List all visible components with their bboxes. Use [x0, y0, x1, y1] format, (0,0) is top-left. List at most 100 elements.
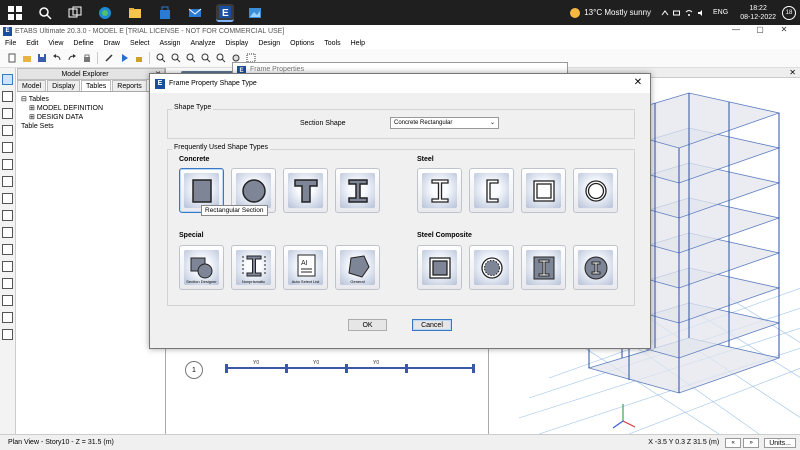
tree-item-tables[interactable]: ⊟ Tables — [21, 95, 161, 104]
tee-section-icon — [293, 178, 318, 203]
general-section-button[interactable]: General — [335, 245, 380, 290]
draw-link-icon[interactable] — [2, 227, 13, 238]
steel-pipe-button[interactable] — [573, 168, 618, 213]
steel-channel-button[interactable] — [469, 168, 514, 213]
tab-model[interactable]: Model — [17, 80, 47, 91]
nonprismatic-button[interactable]: Nonprismatic — [231, 245, 276, 290]
volume-icon[interactable] — [697, 9, 705, 17]
units-button[interactable]: Units... — [764, 437, 796, 448]
plan-column[interactable] — [405, 364, 408, 373]
save-icon[interactable] — [36, 53, 47, 64]
draw-column-icon[interactable] — [2, 142, 13, 153]
menu-help[interactable]: Help — [351, 40, 365, 47]
run-analysis-icon[interactable] — [118, 53, 129, 64]
menu-options[interactable]: Options — [290, 40, 314, 47]
tab-tables[interactable]: Tables — [81, 80, 112, 91]
concrete-tee-button[interactable] — [283, 168, 328, 213]
select-pointer-icon[interactable] — [2, 74, 13, 85]
weather-widget[interactable]: 13°C Mostly sunny — [570, 7, 651, 18]
section-designer-button[interactable]: Section Designer — [179, 245, 224, 290]
undo-icon[interactable] — [51, 53, 62, 64]
file-explorer-icon[interactable] — [126, 4, 144, 22]
menu-tools[interactable]: Tools — [324, 40, 340, 47]
edge-browser-icon[interactable] — [96, 4, 114, 22]
redo-icon[interactable] — [66, 53, 77, 64]
tree-item-design-data[interactable]: ⊞ DESIGN DATA — [21, 113, 161, 122]
draw-design-strip-icon[interactable] — [2, 295, 13, 306]
section-shape-dropdown[interactable]: Concrete Rectangular ⌄ — [390, 117, 499, 129]
draw-tendon-icon[interactable] — [2, 244, 13, 255]
mail-icon[interactable] — [186, 4, 204, 22]
draw-developed-elevation-icon[interactable] — [2, 329, 13, 340]
draw-grid-icon[interactable] — [2, 278, 13, 289]
cancel-button[interactable]: Cancel — [412, 319, 452, 331]
zoom-in-icon[interactable] — [155, 53, 166, 64]
chevron-right-double-icon[interactable]: » — [743, 437, 760, 448]
store-icon[interactable] — [156, 4, 174, 22]
new-model-icon[interactable] — [6, 53, 17, 64]
minimize-button[interactable]: — — [724, 25, 748, 34]
taskbar-clock[interactable]: 18:22 08-12-2022 — [740, 4, 776, 22]
close-icon[interactable]: ✕ — [789, 68, 796, 77]
plan-column[interactable] — [225, 364, 228, 373]
lock-icon[interactable] — [81, 53, 92, 64]
draw-beam-icon[interactable] — [2, 125, 13, 136]
etabs-taskbar-icon[interactable]: E — [216, 3, 234, 22]
tree-item-table-sets[interactable]: Table Sets — [21, 122, 161, 131]
menu-view[interactable]: View — [48, 40, 63, 47]
tab-display[interactable]: Display — [47, 80, 81, 91]
pencil-icon[interactable] — [103, 53, 114, 64]
menu-display[interactable]: Display — [225, 40, 248, 47]
draw-wall-icon[interactable] — [2, 193, 13, 204]
draw-frame-icon[interactable] — [2, 108, 13, 119]
menu-edit[interactable]: Edit — [26, 40, 38, 47]
plan-column[interactable] — [285, 364, 288, 373]
draw-opening-icon[interactable] — [2, 210, 13, 221]
composite-filled-tube-button[interactable] — [417, 245, 462, 290]
draw-dimension-icon[interactable] — [2, 261, 13, 272]
plan-column[interactable] — [472, 364, 475, 373]
wifi-icon[interactable] — [685, 9, 693, 17]
ok-button[interactable]: OK — [348, 319, 387, 331]
plan-column[interactable] — [345, 364, 348, 373]
composite-encased-i-button[interactable] — [521, 245, 566, 290]
steel-i-wide-flange-button[interactable] — [417, 168, 462, 213]
menu-design[interactable]: Design — [258, 40, 280, 47]
windows-start-icon[interactable] — [6, 4, 24, 22]
menu-define[interactable]: Define — [73, 40, 93, 47]
lock-model-icon[interactable] — [133, 53, 144, 64]
menu-draw[interactable]: Draw — [104, 40, 120, 47]
draw-joint-icon[interactable] — [2, 91, 13, 102]
steel-tube-button[interactable] — [521, 168, 566, 213]
menu-assign[interactable]: Assign — [159, 40, 180, 47]
chevron-left-double-icon[interactable]: « — [725, 437, 742, 448]
close-icon[interactable]: ✕ — [632, 77, 644, 88]
zoom-full-icon[interactable] — [215, 53, 226, 64]
chevron-up-icon[interactable] — [661, 9, 669, 17]
tree-item-model-definition[interactable]: ⊞ MODEL DEFINITION — [21, 104, 161, 113]
composite-filled-pipe-button[interactable] — [469, 245, 514, 290]
composite-encased-round-button[interactable] — [573, 245, 618, 290]
task-view-icon[interactable] — [66, 4, 84, 22]
close-button[interactable]: ✕ — [772, 25, 796, 34]
notification-badge[interactable]: 18 — [782, 5, 796, 20]
menu-select[interactable]: Select — [130, 40, 149, 47]
maximize-button[interactable]: ▢ — [748, 25, 772, 34]
photos-icon[interactable] — [246, 4, 264, 22]
draw-floor-icon[interactable] — [2, 176, 13, 187]
concrete-i-section-button[interactable] — [335, 168, 380, 213]
zoom-previous-icon[interactable] — [200, 53, 211, 64]
language-indicator[interactable]: ENG — [713, 9, 728, 16]
draw-section-cut-icon[interactable] — [2, 312, 13, 323]
zoom-window-icon[interactable] — [170, 53, 181, 64]
zoom-out-icon[interactable] — [185, 53, 196, 64]
auto-select-list-button[interactable]: AI Auto Select List — [283, 245, 328, 290]
battery-icon[interactable] — [673, 9, 681, 17]
plan-beam-line[interactable] — [225, 367, 475, 369]
menu-file[interactable]: File — [5, 40, 16, 47]
tab-reports[interactable]: Reports — [112, 80, 147, 91]
open-folder-icon[interactable] — [21, 53, 32, 64]
menu-analyze[interactable]: Analyze — [190, 40, 215, 47]
draw-brace-icon[interactable] — [2, 159, 13, 170]
search-icon[interactable] — [36, 4, 54, 22]
